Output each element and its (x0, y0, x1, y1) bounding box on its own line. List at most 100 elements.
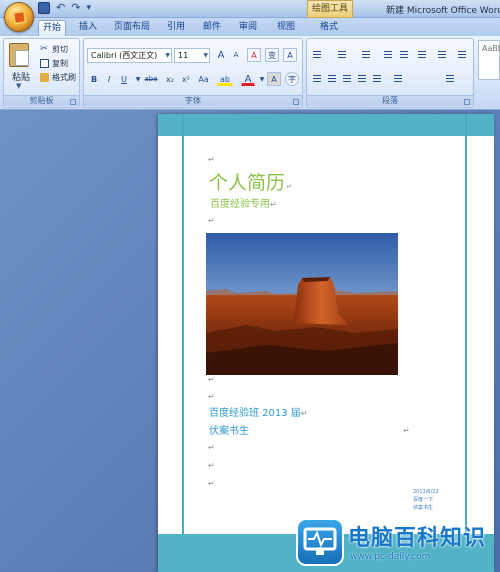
phonetic-guide-button[interactable]: 变 (265, 48, 279, 62)
paragraph-mark: ↵ (285, 182, 292, 191)
watermark-site-name: 电脑百科知识 (348, 526, 487, 551)
save-icon[interactable] (38, 2, 50, 14)
superscript-button[interactable]: x² (179, 72, 193, 86)
tab-view[interactable]: 视图 (272, 20, 300, 36)
title-bar: ↶ ↷ ▾ 绘图工具 新建 Microsoft Office Word (0, 0, 500, 18)
italic-button[interactable]: I (102, 72, 116, 86)
enclose-characters-button[interactable]: 字 (285, 72, 299, 86)
decrease-indent-icon[interactable] (381, 49, 395, 61)
font-launcher-icon[interactable] (293, 99, 299, 105)
resume-title[interactable]: 个人简历↵ (209, 168, 292, 195)
underline-button[interactable]: U (117, 72, 131, 86)
change-case-button[interactable]: Aa (195, 72, 212, 86)
resume-subtitle-text: 百度经验专用 (210, 199, 270, 210)
clear-format-button[interactable]: A (247, 48, 261, 62)
paragraph-mark: ↵ (403, 426, 410, 435)
numbering-icon[interactable] (335, 49, 349, 61)
paragraph-mark: ↵ (208, 461, 215, 470)
copy-label: 复制 (52, 59, 68, 68)
tab-mailings[interactable]: 邮件 (198, 20, 226, 36)
watermark-url: www.pc-daily.com (350, 552, 431, 562)
bullets-icon[interactable] (310, 49, 324, 61)
show-marks-icon[interactable] (455, 49, 469, 61)
font-name-value: Calibri (西文正文) (91, 51, 158, 60)
text-box-line-2: 百度一下 (413, 497, 434, 503)
tab-page-layout[interactable]: 页面布局 (108, 20, 156, 36)
character-shading-button[interactable]: A (267, 72, 281, 86)
tab-review[interactable]: 审阅 (234, 20, 262, 36)
desert-photo[interactable] (206, 233, 398, 375)
grow-font-button[interactable]: A (214, 48, 228, 62)
paragraph-group: 段落 (306, 38, 474, 108)
bold-button[interactable]: B (87, 72, 101, 86)
redo-icon[interactable]: ↷ (71, 2, 80, 14)
align-center-icon[interactable] (325, 73, 339, 85)
paste-dropdown-icon[interactable]: ▼ (16, 82, 21, 90)
resume-title-text: 个人简历 (209, 172, 286, 194)
tab-references[interactable]: 引用 (162, 20, 190, 36)
cut-button[interactable]: ✂ 剪切 (40, 44, 68, 55)
align-right-icon[interactable] (340, 73, 354, 85)
clipboard-group-label: 剪贴板 (4, 95, 79, 106)
resume-subtitle[interactable]: 百度经验专用↵ (210, 195, 277, 210)
right-teal-line (465, 114, 467, 572)
tab-format[interactable]: 格式 (315, 20, 343, 36)
font-group: Calibri (西文正文) ▼ 11 ▼ A A A 变 A B I U ▼ ab… (83, 38, 303, 108)
clipboard-group: 粘贴 ▼ ✂ 剪切 复制 格式刷 剪贴板 (3, 38, 80, 108)
ribbon-tabs: 开始 插入 页面布局 引用 邮件 审阅 视图 格式 (0, 18, 500, 36)
header-teal-band (158, 114, 494, 136)
left-teal-line (182, 114, 184, 572)
distributed-icon[interactable] (370, 73, 384, 85)
paragraph-shading-icon[interactable] (417, 73, 431, 85)
office-button[interactable] (4, 2, 34, 32)
paragraph-mark: ↵ (208, 443, 215, 452)
paragraph-group-label: 段落 (307, 95, 473, 106)
customize-qat-icon[interactable]: ▾ (86, 3, 96, 13)
paragraph-mark: ↵ (208, 216, 215, 225)
increase-indent-icon[interactable] (397, 49, 411, 61)
styles-gallery[interactable]: AaBb (478, 40, 500, 80)
chinese-layout-icon[interactable] (415, 49, 429, 61)
monitor-logo-icon (296, 518, 344, 566)
sort-icon[interactable] (435, 49, 449, 61)
font-group-label: 字体 (84, 95, 302, 106)
class-year-line[interactable]: 百度经验班 2013 届↵ (209, 404, 308, 419)
paragraph-mark: ↵ (208, 479, 215, 488)
chevron-down-icon: ▼ (203, 52, 208, 59)
character-border-button[interactable]: A (283, 48, 297, 62)
tab-home[interactable]: 开始 (38, 20, 66, 36)
justify-icon[interactable] (355, 73, 369, 85)
tab-insert[interactable]: 插入 (74, 20, 102, 36)
copy-button[interactable]: 复制 (40, 58, 68, 69)
borders-icon[interactable] (443, 73, 457, 85)
scissors-icon: ✂ (40, 44, 48, 54)
copy-icon (40, 59, 49, 68)
author-name-line[interactable]: 伏案书生 (209, 422, 249, 437)
shrink-font-button[interactable]: A (229, 48, 243, 62)
highlight-button[interactable]: ab (217, 72, 233, 86)
font-size-select[interactable]: 11 ▼ (174, 48, 210, 63)
pulse-icon (303, 527, 337, 555)
drawing-tools-context-tab: 绘图工具 (307, 0, 353, 18)
paste-icon[interactable] (9, 43, 29, 67)
subscript-button[interactable]: x₂ (163, 72, 177, 86)
multilevel-list-icon[interactable] (359, 49, 373, 61)
font-name-select[interactable]: Calibri (西文正文) ▼ (87, 48, 172, 63)
text-box-date: 2013/6/22 (413, 489, 439, 495)
line-spacing-icon[interactable] (391, 73, 405, 85)
desert-landscape-image (206, 233, 398, 375)
clipboard-launcher-icon[interactable] (70, 99, 76, 105)
paragraph-mark: ↵ (208, 375, 215, 384)
undo-icon[interactable]: ↶ (56, 2, 65, 14)
cut-label: 剪切 (52, 45, 68, 54)
align-left-icon[interactable] (310, 73, 324, 85)
paragraph-launcher-icon[interactable] (464, 99, 470, 105)
paragraph-mark: ↵ (270, 200, 277, 209)
window-title: 新建 Microsoft Office Word (386, 6, 500, 16)
font-color-button[interactable]: A (241, 72, 255, 86)
strikethrough-button[interactable]: abe (141, 72, 161, 86)
quick-access-toolbar: ↶ ↷ ▾ (38, 2, 96, 14)
format-painter-button[interactable]: 格式刷 (40, 72, 76, 83)
format-painter-label: 格式刷 (52, 73, 76, 82)
text-box[interactable]: 2013/6/22 百度一下 伏案书生 (413, 488, 453, 512)
